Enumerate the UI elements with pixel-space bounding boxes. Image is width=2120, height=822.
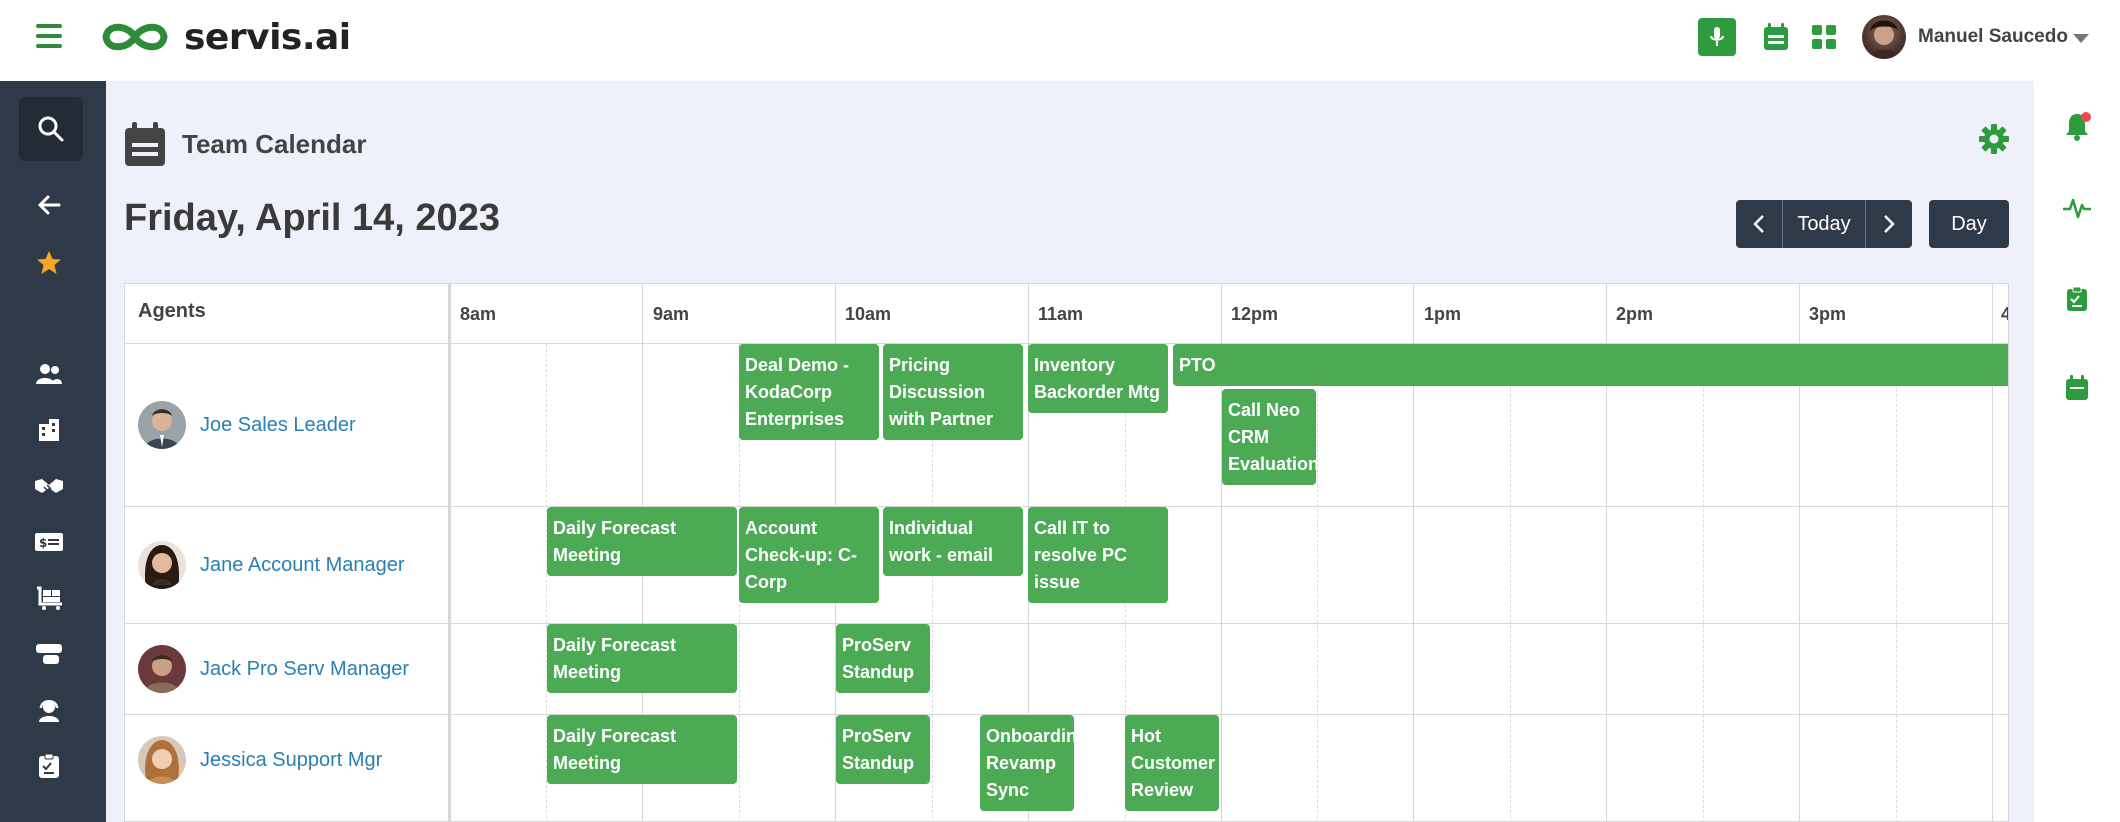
deals-icon[interactable] (33, 470, 65, 502)
half-hour-gridline (1896, 344, 1897, 821)
calendar-event[interactable]: Onboarding Revamp Sync (980, 715, 1074, 811)
chevron-right-icon (1884, 215, 1895, 233)
chevron-down-icon[interactable] (2073, 34, 2089, 43)
calendar-event[interactable]: Pricing Discussion with Partner (883, 344, 1023, 440)
calendar-event[interactable]: Daily Forecast Meeting (547, 715, 737, 784)
back-arrow-icon[interactable] (33, 189, 65, 221)
half-hour-gridline (1317, 344, 1318, 821)
menu-icon[interactable] (36, 24, 62, 48)
support-icon[interactable] (33, 694, 65, 726)
calendar-event[interactable]: Daily Forecast Meeting (547, 624, 737, 693)
agent-name-link[interactable]: Joe Sales Leader (200, 414, 356, 437)
calendar-event[interactable]: ProServ Standup (836, 624, 930, 693)
calendar-event[interactable]: Account Check-up: C-Corp (739, 507, 879, 603)
calendar-event[interactable]: Call Neo CRM Evaluation (1222, 389, 1316, 485)
hour-label: 8am (460, 304, 497, 324)
hour-label: 9am (653, 304, 690, 324)
date-navigation: Today (1736, 200, 1912, 248)
next-day-button[interactable] (1866, 200, 1912, 248)
top-bar: servis.ai Manuel Saucedo (0, 0, 2120, 81)
calendar-event[interactable]: Deal Demo - KodaCorp Enterprises (739, 344, 879, 440)
hour-label: 2pm (1616, 304, 1654, 324)
gear-icon[interactable] (1978, 123, 2010, 160)
left-sidebar: $ (0, 81, 106, 822)
hour-label: 1pm (1424, 304, 1462, 324)
agent-name-link[interactable]: Jane Account Manager (200, 554, 405, 577)
calendar-event[interactable]: Call IT to resolve PC issue (1028, 507, 1168, 603)
hour-label: 10am (845, 304, 892, 324)
contacts-icon[interactable] (33, 358, 65, 390)
avatar (138, 541, 186, 589)
calendar-event[interactable]: Inventory Backorder Mtg (1028, 344, 1168, 413)
notifications-bell-icon[interactable] (2062, 111, 2092, 141)
hour-gridline (450, 284, 451, 821)
star-icon[interactable] (33, 247, 65, 279)
hour-label: 4 (2001, 304, 2008, 325)
half-hour-gridline (1703, 344, 1704, 821)
user-name[interactable]: Manuel Saucedo (1918, 26, 2068, 48)
agent-row: Jessica Support Mgr (138, 736, 382, 784)
previous-day-button[interactable] (1736, 200, 1782, 248)
calendar-event[interactable]: Hot Customer Review (1125, 715, 1219, 811)
calendar-icon (125, 122, 165, 166)
avatar (138, 736, 186, 784)
calendar-event[interactable]: ProServ Standup (836, 715, 930, 784)
hour-label: 3pm (1809, 304, 1847, 324)
logo-text: servis.ai (184, 16, 351, 58)
hour-label: 11am (1038, 304, 1084, 324)
avatar (138, 645, 186, 693)
avatar (138, 401, 186, 449)
page-header: Team Calendar (124, 121, 366, 167)
mic-icon (1710, 27, 1724, 46)
calendar-event[interactable]: Daily Forecast Meeting (547, 507, 737, 576)
date-heading: Friday, April 14, 2023 (124, 197, 500, 239)
billing-icon[interactable]: $ (33, 526, 65, 558)
row-divider (125, 623, 2008, 624)
half-hour-gridline (1510, 344, 1511, 821)
calendar-event[interactable]: PTO (1173, 344, 2008, 386)
user-avatar[interactable] (1862, 15, 1906, 59)
page-title: Team Calendar (182, 128, 367, 159)
apps-grid-icon[interactable] (1812, 25, 1836, 54)
svg-text:$: $ (39, 536, 47, 550)
inventory-icon[interactable] (33, 582, 65, 614)
search-button[interactable] (19, 97, 83, 161)
infinity-logo-icon (102, 23, 168, 51)
agent-row: Jack Pro Serv Manager (138, 645, 409, 693)
agents-column-header: Agents (138, 300, 206, 322)
agent-row: Joe Sales Leader (138, 401, 356, 449)
agent-name-link[interactable]: Jessica Support Mgr (200, 749, 382, 772)
activity-pulse-icon[interactable] (2062, 193, 2092, 223)
calendar-icon[interactable] (1763, 23, 1789, 56)
view-day-button[interactable]: Day (1929, 200, 2009, 248)
agent-name-link[interactable]: Jack Pro Serv Manager (200, 658, 409, 681)
hour-label: 12pm (1231, 304, 1279, 324)
tasks-icon[interactable] (33, 750, 65, 782)
main-content: Team Calendar Friday, April 14, 2023 Tod… (106, 81, 2034, 822)
calendar-event[interactable]: Individual work - email (883, 507, 1023, 576)
logo[interactable]: servis.ai (98, 16, 351, 58)
chevron-left-icon (1753, 215, 1764, 233)
voice-button[interactable] (1698, 18, 1736, 56)
team-calendar-grid: Agents 8am 9am 10am 11am 12pm 1pm 2pm 3p… (124, 283, 2009, 822)
tickets-icon[interactable] (33, 638, 65, 670)
right-sidebar (2034, 81, 2120, 822)
companies-icon[interactable] (33, 414, 65, 446)
today-button[interactable]: Today (1782, 200, 1866, 248)
search-icon (38, 116, 64, 142)
calendar-icon[interactable] (2062, 373, 2092, 403)
clipboard-check-icon[interactable] (2062, 284, 2092, 314)
agent-row: Jane Account Manager (138, 541, 405, 589)
